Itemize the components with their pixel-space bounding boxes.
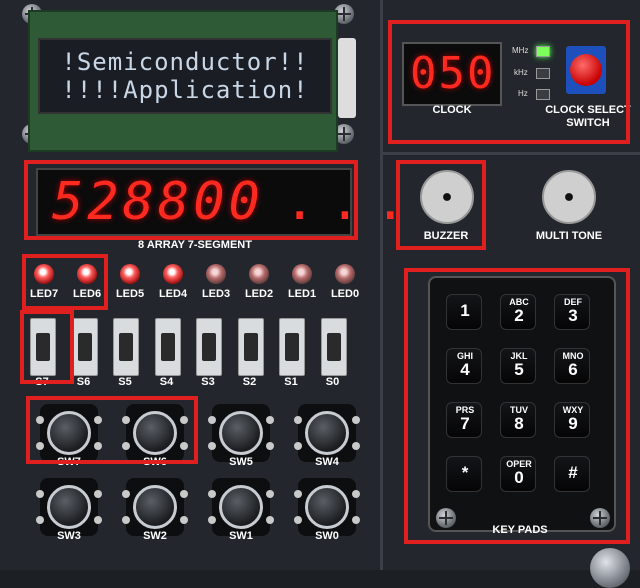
slide-switch-knob[interactable] — [326, 333, 341, 361]
highlight-clock — [388, 20, 630, 144]
multi-tone-label: MULTI TONE — [535, 230, 603, 242]
panel-divider-vertical — [380, 0, 383, 570]
slide-switch-s6[interactable] — [71, 318, 98, 376]
led-label: LED0 — [330, 288, 360, 300]
slide-switch-label: S5 — [118, 376, 132, 388]
slide-switch-label: S1 — [284, 376, 298, 388]
led-led1 — [292, 264, 312, 284]
lcd-screen: !Semiconductor!! !!!!Application! — [38, 38, 332, 114]
led-led2 — [249, 264, 269, 284]
led-label: LED2 — [244, 288, 274, 300]
slide-switch-s0[interactable] — [320, 318, 347, 376]
highlight-sw7-sw6 — [26, 396, 198, 464]
slide-switch-knob[interactable] — [243, 333, 258, 361]
led-label: LED1 — [287, 288, 317, 300]
highlight-buzzer — [396, 160, 486, 250]
slide-switch-knob[interactable] — [160, 333, 175, 361]
push-button-sw1[interactable] — [208, 478, 274, 536]
led-led4 — [163, 264, 183, 284]
led-label: LED5 — [115, 288, 145, 300]
slide-switch-label: S2 — [242, 376, 257, 388]
panel-divider-horizontal — [383, 152, 640, 155]
lcd-connector — [338, 38, 356, 118]
multi-tone-speaker — [542, 170, 596, 224]
led-led5 — [120, 264, 140, 284]
push-button-sw4[interactable] — [294, 404, 360, 462]
slide-switch-s2[interactable] — [237, 318, 264, 376]
slide-switch-s4[interactable] — [154, 318, 181, 376]
slide-switch-label: S0 — [325, 376, 340, 388]
lcd-line-2: !!!!Application! — [61, 76, 309, 104]
highlight-keypad — [404, 268, 630, 544]
slide-switch-s5[interactable] — [113, 318, 139, 376]
led-led0 — [335, 264, 355, 284]
corner-knob — [590, 548, 630, 588]
led-led3 — [206, 264, 226, 284]
slide-switch-knob[interactable] — [285, 333, 299, 361]
slide-switch-s3[interactable] — [196, 318, 222, 376]
lcd-line-1: !Semiconductor!! — [61, 48, 309, 76]
seven-segment-label: 8 ARRAY 7-SEGMENT — [138, 239, 252, 251]
slide-switch-label: S3 — [201, 376, 215, 388]
slide-switch-knob[interactable] — [202, 333, 216, 361]
highlight-led7-led6 — [22, 254, 108, 310]
push-button-label: SW1 — [229, 530, 253, 542]
led-label: LED4 — [158, 288, 188, 300]
slide-switch-knob[interactable] — [77, 333, 92, 361]
push-button-sw3[interactable] — [36, 478, 102, 536]
push-button-sw5[interactable] — [208, 404, 274, 462]
trainer-board: !Semiconductor!! !!!!Application! 528800… — [0, 0, 640, 588]
push-button-sw0[interactable] — [294, 478, 360, 536]
push-button-label: SW0 — [315, 530, 339, 542]
highlight-seven-segment — [24, 160, 358, 240]
push-button-label: SW4 — [315, 456, 339, 468]
led-label: LED3 — [201, 288, 231, 300]
highlight-s7 — [20, 310, 74, 384]
push-button-label: SW5 — [229, 456, 253, 468]
slide-switch-s1[interactable] — [279, 318, 305, 376]
slide-switch-label: S4 — [159, 376, 174, 388]
push-button-label: SW3 — [57, 530, 81, 542]
push-button-sw2[interactable] — [122, 478, 188, 536]
push-button-label: SW2 — [143, 530, 167, 542]
slide-switch-knob[interactable] — [119, 333, 133, 361]
